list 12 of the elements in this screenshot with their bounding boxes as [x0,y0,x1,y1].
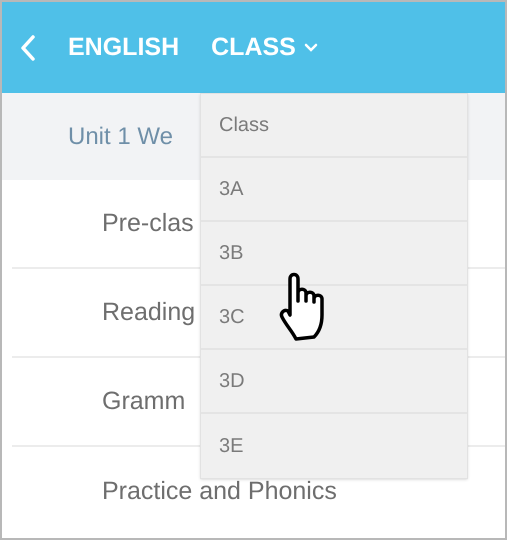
dropdown-header: Class [201,94,467,158]
lesson-item[interactable]: Gramm [102,382,186,420]
unit-title: Unit 1 We [68,122,173,152]
class-menu-button[interactable]: CLASS [211,28,318,66]
class-option[interactable]: 3A [201,158,467,222]
class-option[interactable]: 3E [201,414,467,478]
lesson-item[interactable]: Reading [102,294,196,332]
chevron-down-icon [304,43,318,52]
subject-title: ENGLISH [68,32,180,63]
lesson-item[interactable]: Pre-clas [102,204,194,242]
back-icon [21,34,35,60]
class-option[interactable]: 3D [201,350,467,414]
